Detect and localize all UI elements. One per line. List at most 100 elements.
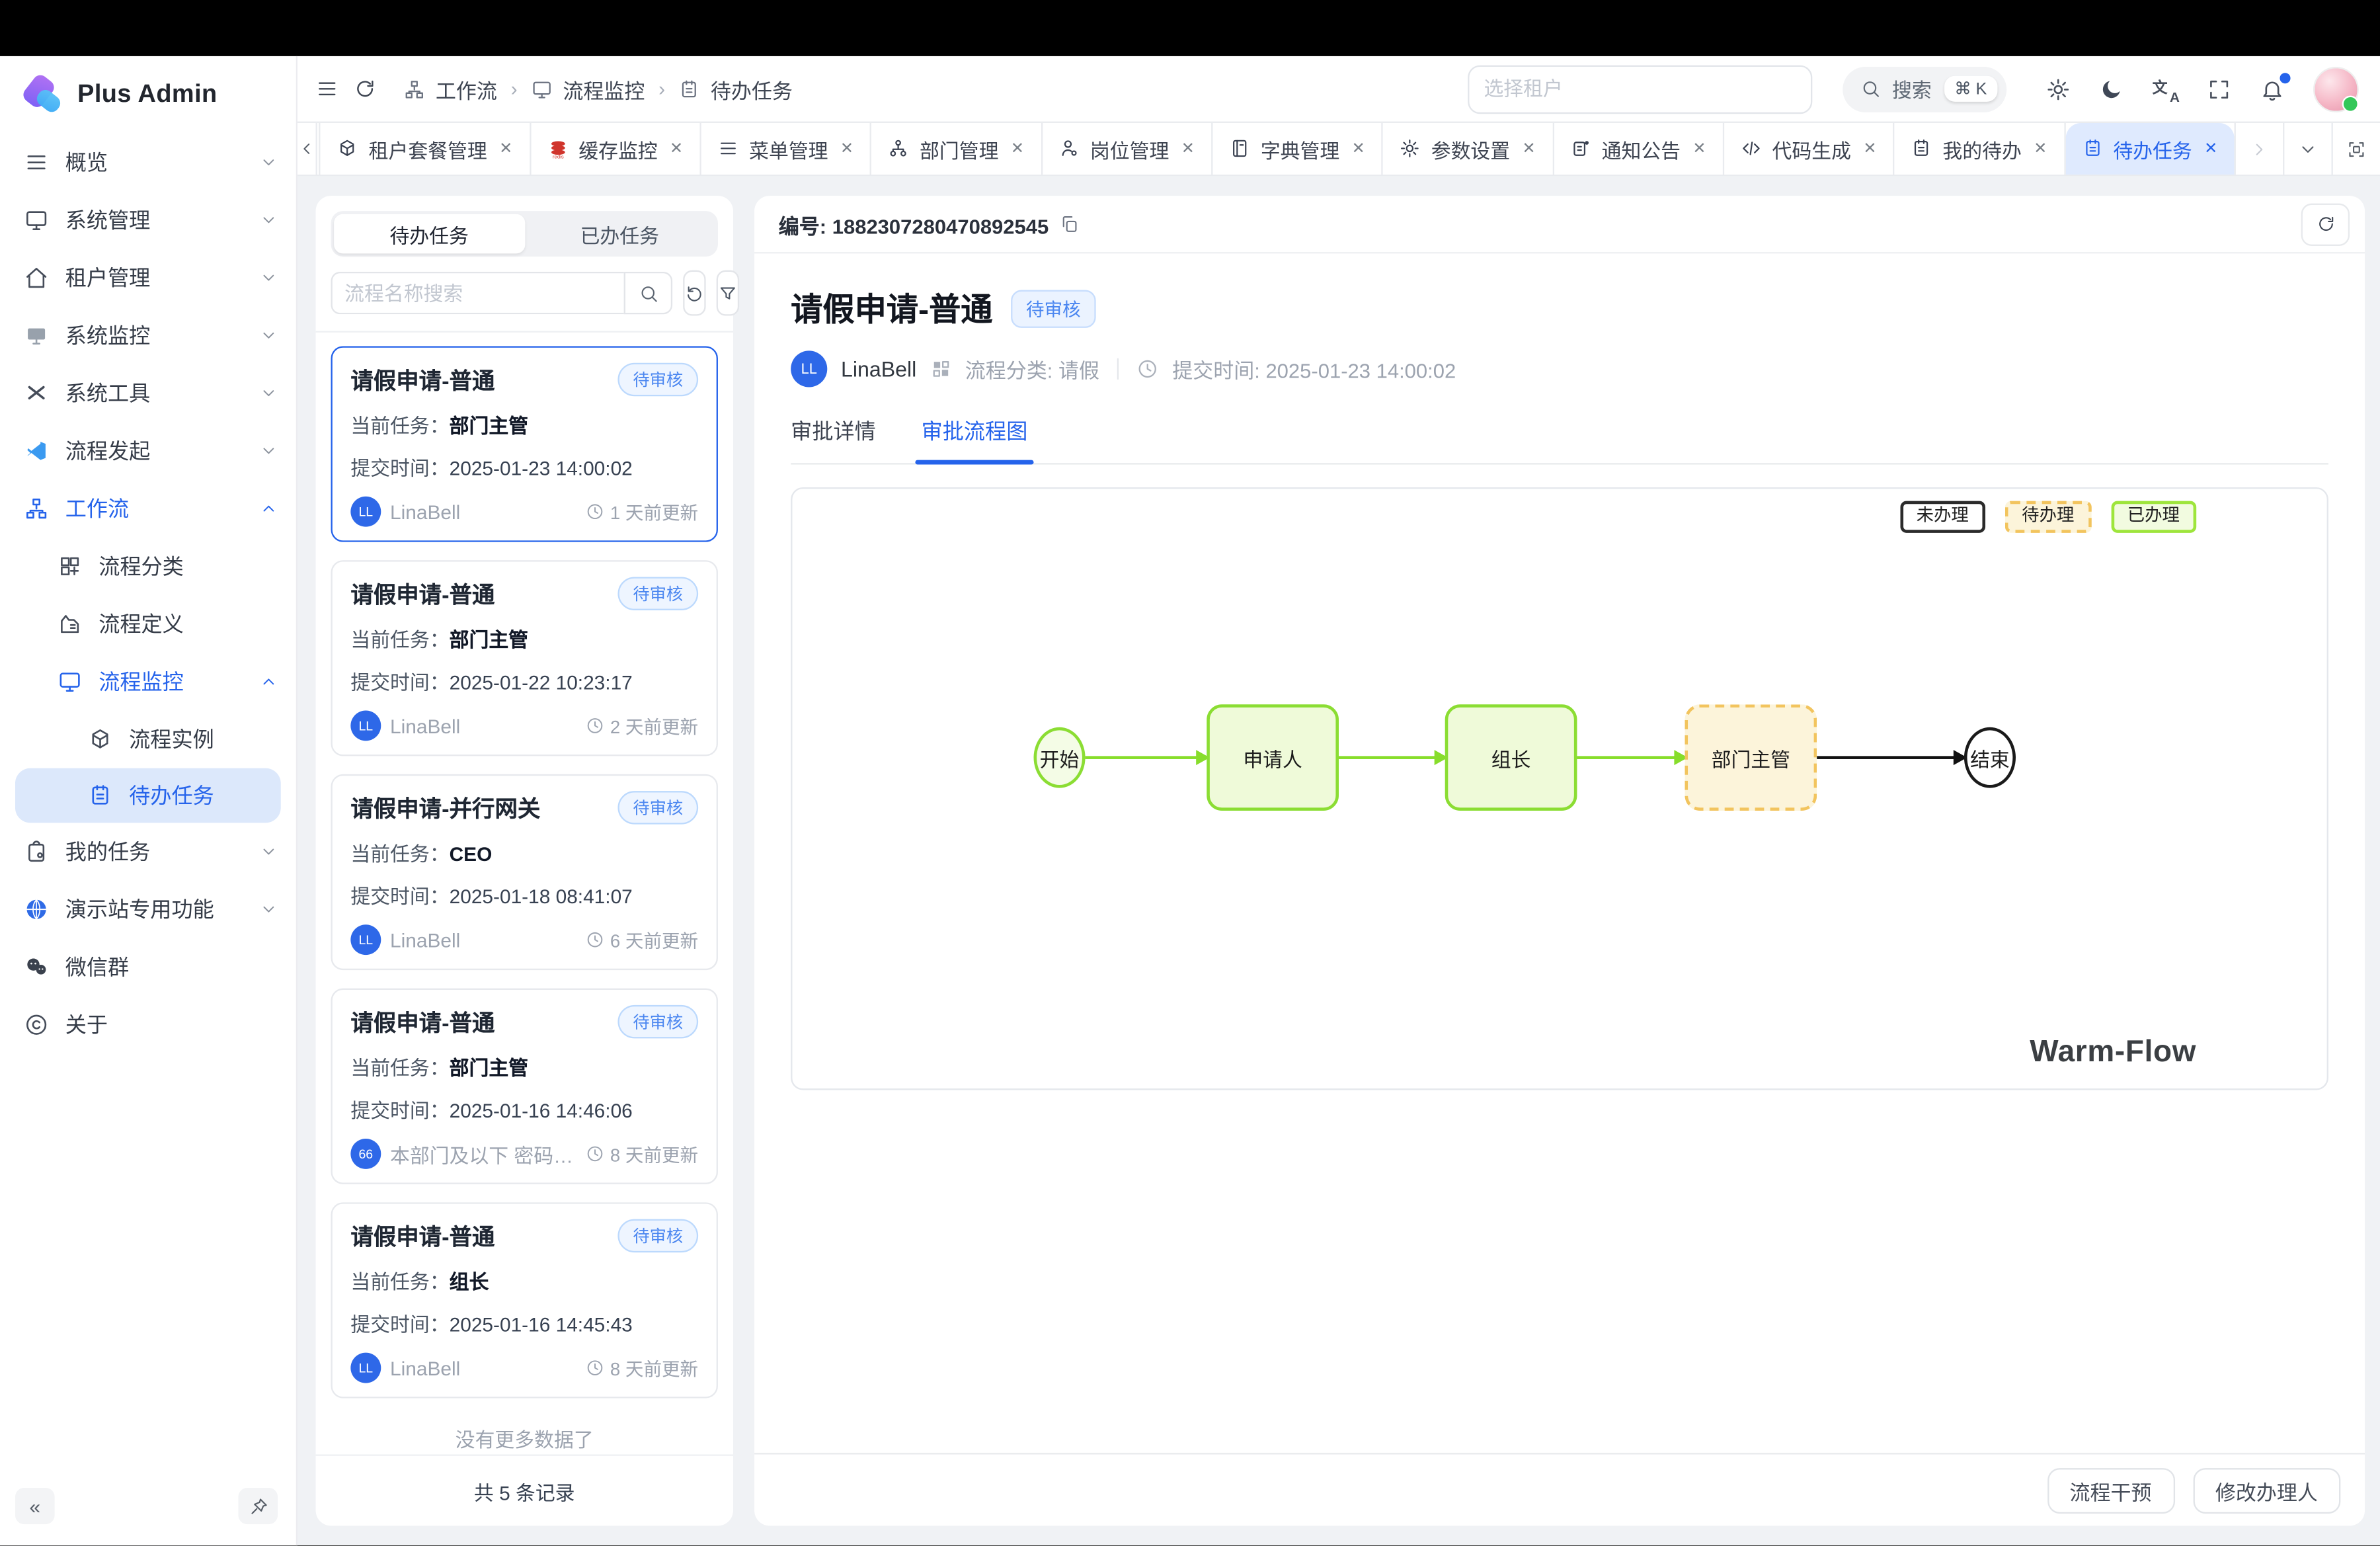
updated-ago: 6 天前更新: [610, 927, 698, 953]
flowchart-canvas[interactable]: 未办理 待办理 已办理 开始 申请人 组长 部门主管: [791, 487, 2328, 1090]
sidebar-item-about[interactable]: 关于: [0, 996, 296, 1053]
hamburger-icon[interactable]: [316, 77, 338, 100]
document-icon: [88, 784, 112, 808]
tab-tenant-package[interactable]: 租户套餐管理✕: [321, 123, 531, 175]
sidebar-item-demo-features[interactable]: 演示站专用功能: [0, 881, 296, 938]
tab-dict-mgmt[interactable]: 字典管理✕: [1213, 123, 1384, 175]
sidebar-item-system-mgmt[interactable]: 系统管理: [0, 191, 296, 249]
tab-post-mgmt[interactable]: 岗位管理✕: [1043, 123, 1213, 175]
collapse-sidebar-button[interactable]: «: [15, 1488, 55, 1524]
close-icon[interactable]: ✕: [1692, 140, 1706, 158]
sidebar-item-process-launch[interactable]: 流程发起: [0, 422, 296, 479]
task-card[interactable]: 请假申请-普通 待审核 当前任务：部门主管 提交时间：2025-01-16 14…: [331, 989, 718, 1184]
change-assignee-button[interactable]: 修改办理人: [2192, 1467, 2340, 1513]
filter-button[interactable]: [717, 270, 739, 316]
chevron-down-icon: [260, 153, 278, 172]
clock-icon: [586, 717, 604, 735]
tab-todo-tasks-active[interactable]: 待办任务✕: [2065, 123, 2235, 175]
refresh-icon[interactable]: [354, 77, 376, 100]
task-card-selected[interactable]: 请假申请-普通 待审核 当前任务：部门主管 提交时间：2025-01-23 14…: [331, 346, 718, 542]
avatar: LL: [350, 497, 381, 527]
flow-node-applicant[interactable]: 申请人: [1207, 704, 1339, 811]
tab-menu-mgmt[interactable]: 菜单管理✕: [701, 123, 872, 175]
category-grid-icon: [930, 358, 951, 380]
sidebar-item-label: 租户管理: [65, 263, 243, 293]
task-card[interactable]: 请假申请-普通 待审核 当前任务：组长 提交时间：2025-01-16 14:4…: [331, 1202, 718, 1398]
task-card[interactable]: 请假申请-并行网关 待审核 当前任务：CEO 提交时间：2025-01-18 0…: [331, 774, 718, 970]
segment-todo-tasks[interactable]: 待办任务: [334, 214, 524, 254]
breadcrumb-item[interactable]: 工作流: [436, 73, 497, 104]
close-icon[interactable]: ✕: [1011, 140, 1024, 158]
sidebar-item-wechat-group[interactable]: 微信群: [0, 938, 296, 996]
process-intervene-button[interactable]: 流程干预: [2047, 1467, 2174, 1513]
close-icon[interactable]: ✕: [670, 140, 683, 158]
pin-sidebar-button[interactable]: [238, 1488, 278, 1524]
flow-node-end[interactable]: 结束: [1964, 727, 2016, 788]
user-avatar[interactable]: [2313, 66, 2359, 112]
detail-refresh-button[interactable]: [2301, 203, 2350, 245]
sidebar-item-my-tasks[interactable]: 我的任务: [0, 823, 296, 880]
close-icon[interactable]: ✕: [2034, 140, 2047, 158]
close-icon[interactable]: ✕: [1523, 140, 1536, 158]
sidebar-item-label: 流程监控: [99, 667, 243, 697]
close-icon[interactable]: ✕: [1181, 140, 1195, 158]
breadcrumb-item[interactable]: 流程监控: [563, 73, 645, 104]
app-logo[interactable]: Plus Admin: [0, 56, 296, 128]
process-name-search-input[interactable]: [331, 272, 624, 314]
flow-edge: [1086, 756, 1207, 759]
close-icon[interactable]: ✕: [840, 140, 853, 158]
sidebar-item-process-category[interactable]: 流程分类: [0, 538, 296, 595]
global-search-button[interactable]: 搜索 ⌘ K: [1842, 66, 2006, 112]
search-button[interactable]: [624, 272, 672, 314]
sidebar-item-label: 流程发起: [65, 436, 243, 466]
chevron-up-icon: [260, 672, 278, 691]
process-title: 请假申请-普通: [791, 286, 992, 331]
sidebar-item-process-definition[interactable]: 流程定义: [0, 595, 296, 653]
sidebar-item-overview[interactable]: 概览: [0, 134, 296, 191]
sidebar-item-label: 工作流: [65, 493, 243, 524]
tabs-scroll-right-button[interactable]: [2235, 123, 2283, 175]
sidebar-item-workflow[interactable]: 工作流: [0, 480, 296, 538]
tab-dept-mgmt[interactable]: 部门管理✕: [872, 123, 1043, 175]
sidebar-item-label: 流程实例: [129, 724, 278, 754]
flow-node-start[interactable]: 开始: [1034, 727, 1086, 788]
sidebar-item-system-tools[interactable]: 系统工具: [0, 364, 296, 422]
clock-icon: [586, 1359, 604, 1377]
tab-param-settings[interactable]: 参数设置✕: [1383, 123, 1554, 175]
task-card[interactable]: 请假申请-普通 待审核 当前任务：部门主管 提交时间：2025-01-22 10…: [331, 560, 718, 756]
tabs-dropdown-button[interactable]: [2283, 123, 2331, 175]
copy-icon[interactable]: [1059, 214, 1079, 234]
breadcrumb: 工作流 › 流程监控 › 待办任务: [404, 73, 793, 104]
segment-done-tasks[interactable]: 已办任务: [524, 214, 715, 254]
flow-node-dept-manager[interactable]: 部门主管: [1685, 704, 1817, 811]
tab-notice[interactable]: 通知公告✕: [1554, 123, 1724, 175]
sidebar-item-tenant-mgmt[interactable]: 租户管理: [0, 249, 296, 307]
notification-bell-icon[interactable]: [2260, 77, 2285, 101]
close-icon[interactable]: ✕: [2204, 140, 2217, 158]
sidebar-item-system-monitor[interactable]: 系统监控: [0, 307, 296, 364]
sidebar-item-todo-tasks[interactable]: 待办任务: [15, 768, 281, 823]
gear-icon[interactable]: [2046, 77, 2071, 101]
tenant-select-input[interactable]: [1467, 65, 1811, 113]
translate-icon[interactable]: 文A: [2153, 77, 2178, 101]
close-icon[interactable]: ✕: [1352, 140, 1365, 158]
reset-button[interactable]: [683, 270, 705, 316]
sidebar-item-process-instance[interactable]: 流程实例: [0, 710, 296, 768]
tab-cache-monitor[interactable]: redis缓存监控✕: [531, 123, 701, 175]
search-icon: [1860, 79, 1880, 99]
tab-my-todo[interactable]: 我的待办✕: [1895, 123, 2065, 175]
dark-mode-moon-icon[interactable]: [2099, 77, 2123, 101]
updated-ago: 8 天前更新: [610, 1141, 698, 1166]
tabs-scroll-left-button[interactable]: [298, 123, 317, 175]
tab-approval-flowchart[interactable]: 审批流程图: [922, 416, 1028, 463]
fullscreen-icon[interactable]: [2207, 77, 2231, 101]
close-icon[interactable]: ✕: [499, 140, 512, 158]
breadcrumb-item[interactable]: 待办任务: [711, 73, 793, 104]
tab-approval-detail[interactable]: 审批详情: [791, 416, 876, 463]
document-icon: [1911, 139, 1932, 159]
tab-code-gen[interactable]: 代码生成✕: [1724, 123, 1895, 175]
sidebar-item-process-monitor[interactable]: 流程监控: [0, 653, 296, 710]
close-icon[interactable]: ✕: [1863, 140, 1876, 158]
content-fullscreen-button[interactable]: [2332, 123, 2380, 175]
flow-node-leader[interactable]: 组长: [1445, 704, 1577, 811]
